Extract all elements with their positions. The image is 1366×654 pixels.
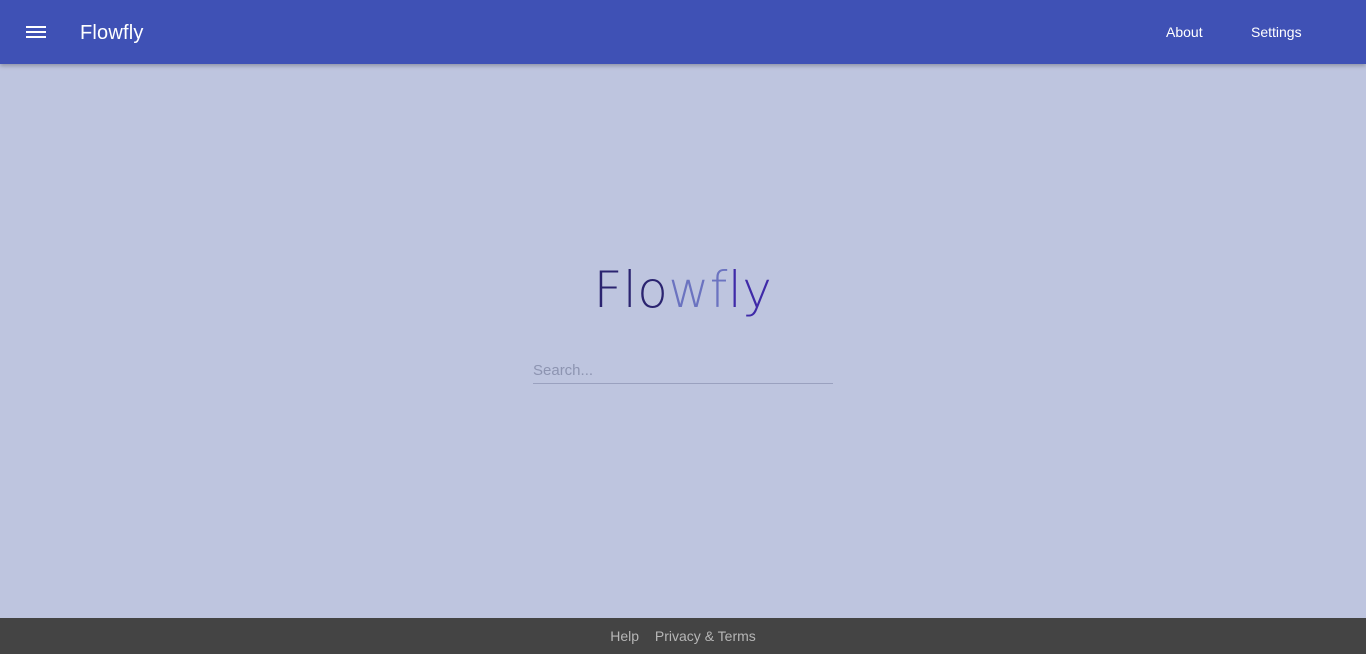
footer-privacy-terms-link[interactable]: Privacy & Terms xyxy=(655,628,756,644)
menu-bar-line xyxy=(26,26,46,28)
app-title: Flowfly xyxy=(80,22,144,44)
nav-about-link[interactable]: About xyxy=(1166,23,1203,41)
brand-part-2: wf xyxy=(668,261,728,319)
hamburger-menu-icon[interactable] xyxy=(16,12,56,52)
menu-bar-line xyxy=(26,31,46,33)
menu-bar-line xyxy=(26,36,46,38)
brand-logo-text: Flowfly xyxy=(0,258,1366,322)
search-field xyxy=(533,358,833,384)
brand-part-1: Flo xyxy=(593,261,669,319)
top-app-bar: Flowfly About Settings xyxy=(0,0,1366,64)
nav-settings-link[interactable]: Settings xyxy=(1251,23,1302,41)
brand-part-3: ly xyxy=(727,261,773,319)
search-input[interactable] xyxy=(533,358,833,382)
footer-help-link[interactable]: Help xyxy=(610,628,639,644)
footer: Help Privacy & Terms xyxy=(0,618,1366,654)
